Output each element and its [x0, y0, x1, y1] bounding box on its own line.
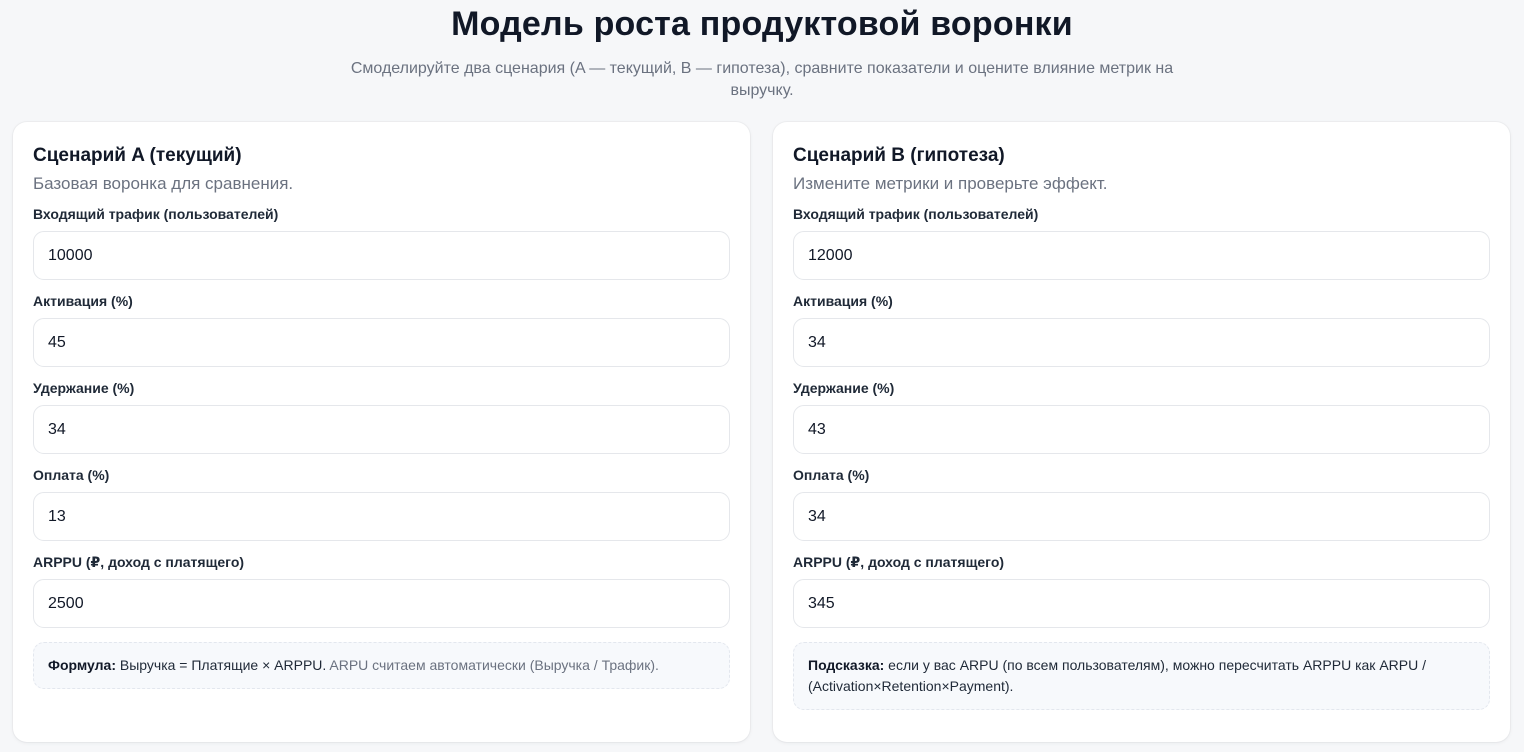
hint-note-text: если у вас ARPU (по всем пользователям),… — [808, 657, 1426, 694]
scenario-b-payment-input[interactable] — [793, 492, 1490, 541]
scenario-a-title: Сценарий A (текущий) — [33, 145, 242, 166]
page-subtitle: Смоделируйте два сценария (A — текущий, … — [350, 60, 1174, 99]
scenario-b-payment-label: Оплата (%) — [793, 467, 870, 483]
scenario-a-traffic-field: Входящий трафик (пользователей) — [33, 205, 730, 280]
formula-note-muted: ARPU считаем автоматически (Выручка / Тр… — [326, 657, 659, 673]
scenario-a-payment-input[interactable] — [33, 492, 730, 541]
scenario-b-arppu-input[interactable] — [793, 579, 1490, 628]
scenario-a-payment-field: Оплата (%) — [33, 466, 730, 541]
formula-note: Формула: Выручка = Платящие × ARPPU. ARP… — [33, 642, 730, 689]
scenario-a-arppu-field: ARPPU (₽, доход с платящего) — [33, 553, 730, 628]
page-header: Модель роста продуктовой воронки Смодели… — [0, 0, 1524, 102]
scenario-a-card: Сценарий A (текущий) Базовая воронка для… — [13, 122, 750, 742]
scenario-b-activation-label: Активация (%) — [793, 293, 893, 309]
scenario-b-payment-field: Оплата (%) — [793, 466, 1490, 541]
scenario-a-retention-label: Удержание (%) — [33, 380, 135, 396]
hint-note-heading: Подсказка: — [808, 657, 885, 673]
scenario-b-activation-field: Активация (%) — [793, 292, 1490, 367]
scenario-b-traffic-label: Входящий трафик (пользователей) — [793, 206, 1039, 222]
scenario-a-arppu-label: ARPPU (₽, доход с платящего) — [33, 554, 245, 570]
formula-note-text: Выручка = Платящие × ARPPU. — [115, 657, 327, 673]
scenario-b-title: Сценарий B (гипотеза) — [793, 145, 1005, 166]
scenario-b-traffic-input[interactable] — [793, 231, 1490, 280]
scenario-a-traffic-input[interactable] — [33, 231, 730, 280]
scenario-a-retention-input[interactable] — [33, 405, 730, 454]
scenario-b-traffic-field: Входящий трафик (пользователей) — [793, 205, 1490, 280]
scenario-b-retention-input[interactable] — [793, 405, 1490, 454]
scenario-a-description: Базовая воронка для сравнения. — [33, 174, 294, 193]
scenario-a-activation-label: Активация (%) — [33, 293, 133, 309]
page-title: Модель роста продуктовой воронки — [451, 5, 1073, 43]
scenario-b-arppu-label: ARPPU (₽, доход с платящего) — [793, 554, 1005, 570]
scenario-a-activation-field: Активация (%) — [33, 292, 730, 367]
scenario-a-traffic-label: Входящий трафик (пользователей) — [33, 206, 279, 222]
scenario-b-description: Измените метрики и проверьте эффект. — [793, 174, 1108, 193]
scenario-b-card: Сценарий B (гипотеза) Измените метрики и… — [773, 122, 1510, 742]
scenario-a-arppu-input[interactable] — [33, 579, 730, 628]
scenario-b-arppu-field: ARPPU (₽, доход с платящего) — [793, 553, 1490, 628]
scenario-a-activation-input[interactable] — [33, 318, 730, 367]
scenario-b-retention-label: Удержание (%) — [793, 380, 895, 396]
scenarios-container: Сценарий A (текущий) Базовая воронка для… — [13, 122, 1511, 742]
scenario-b-retention-field: Удержание (%) — [793, 379, 1490, 454]
scenario-b-activation-input[interactable] — [793, 318, 1490, 367]
hint-note: Подсказка: если у вас ARPU (по всем поль… — [793, 642, 1490, 710]
scenario-a-retention-field: Удержание (%) — [33, 379, 730, 454]
scenario-a-payment-label: Оплата (%) — [33, 467, 110, 483]
formula-note-heading: Формула: — [48, 657, 116, 673]
